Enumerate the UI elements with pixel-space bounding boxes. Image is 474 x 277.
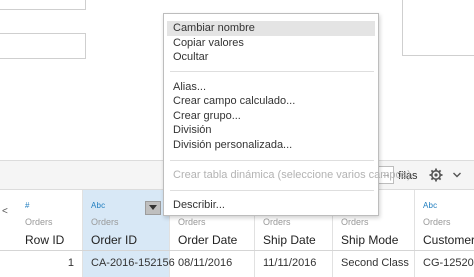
table-cell: 08/11/2016 (178, 257, 233, 269)
collapse-arrow-icon[interactable]: < (2, 206, 8, 217)
column-name[interactable]: Order Date (178, 233, 237, 247)
menu-separator (170, 190, 374, 191)
column-name[interactable]: Ship Date (263, 233, 316, 247)
table-cell: CG-12520 (423, 257, 474, 269)
table-tile[interactable] (402, 0, 474, 56)
column-source: Orders (91, 217, 119, 227)
column-source: Orders (25, 217, 53, 227)
column-name[interactable]: Order ID (91, 233, 137, 247)
menu-item-create-calculated-field[interactable]: Crear campo calculado... (167, 94, 375, 109)
menu-item-describe[interactable]: Describir... (167, 198, 375, 213)
column-name[interactable]: Customer ID (423, 233, 474, 247)
string-type-icon[interactable]: Abc (423, 201, 437, 210)
menu-separator (170, 160, 374, 161)
header-divider (0, 250, 474, 251)
column-name[interactable]: Ship Mode (341, 233, 398, 247)
column-customer-id[interactable]: Abc Orders Customer ID CG-12520 (415, 190, 474, 277)
column-row-id[interactable]: # Orders Row ID 1 (17, 190, 83, 277)
menu-item-aliases[interactable]: Alias... (167, 80, 375, 95)
column-source: Orders (263, 217, 291, 227)
number-type-icon[interactable]: # (25, 201, 30, 210)
table-cell: 11/11/2016 (263, 257, 317, 269)
table-cell: CA-2016-152156 (91, 257, 175, 269)
menu-item-copy-values[interactable]: Copiar valores (167, 36, 375, 51)
menu-item-rename[interactable]: Cambiar nombre (167, 21, 375, 36)
column-name[interactable]: Row ID (25, 233, 64, 247)
caret-down-icon (149, 205, 157, 210)
menu-separator (170, 71, 374, 72)
column-menu-button[interactable] (145, 201, 161, 215)
menu-item-custom-split[interactable]: División personalizada... (167, 138, 375, 153)
column-context-menu: Cambiar nombre Copiar valores Ocultar Al… (163, 13, 411, 216)
menu-item-pivot: Crear tabla dinámica (seleccione varios … (173, 169, 411, 181)
table-tile[interactable] (0, 33, 86, 59)
menu-item-split[interactable]: División (167, 123, 375, 138)
column-source: Orders (423, 217, 451, 227)
menu-item-hide[interactable]: Ocultar (167, 50, 375, 65)
table-tile[interactable] (0, 0, 86, 10)
table-cell: 1 (67, 257, 74, 269)
string-type-icon[interactable]: Abc (91, 201, 105, 210)
column-source: Orders (178, 217, 206, 227)
table-cell: Second Class (341, 257, 409, 269)
menu-item-create-group[interactable]: Crear grupo... (167, 109, 375, 124)
gear-icon[interactable] (429, 168, 443, 182)
column-source: Orders (341, 217, 369, 227)
chevron-down-icon[interactable] (452, 170, 462, 180)
